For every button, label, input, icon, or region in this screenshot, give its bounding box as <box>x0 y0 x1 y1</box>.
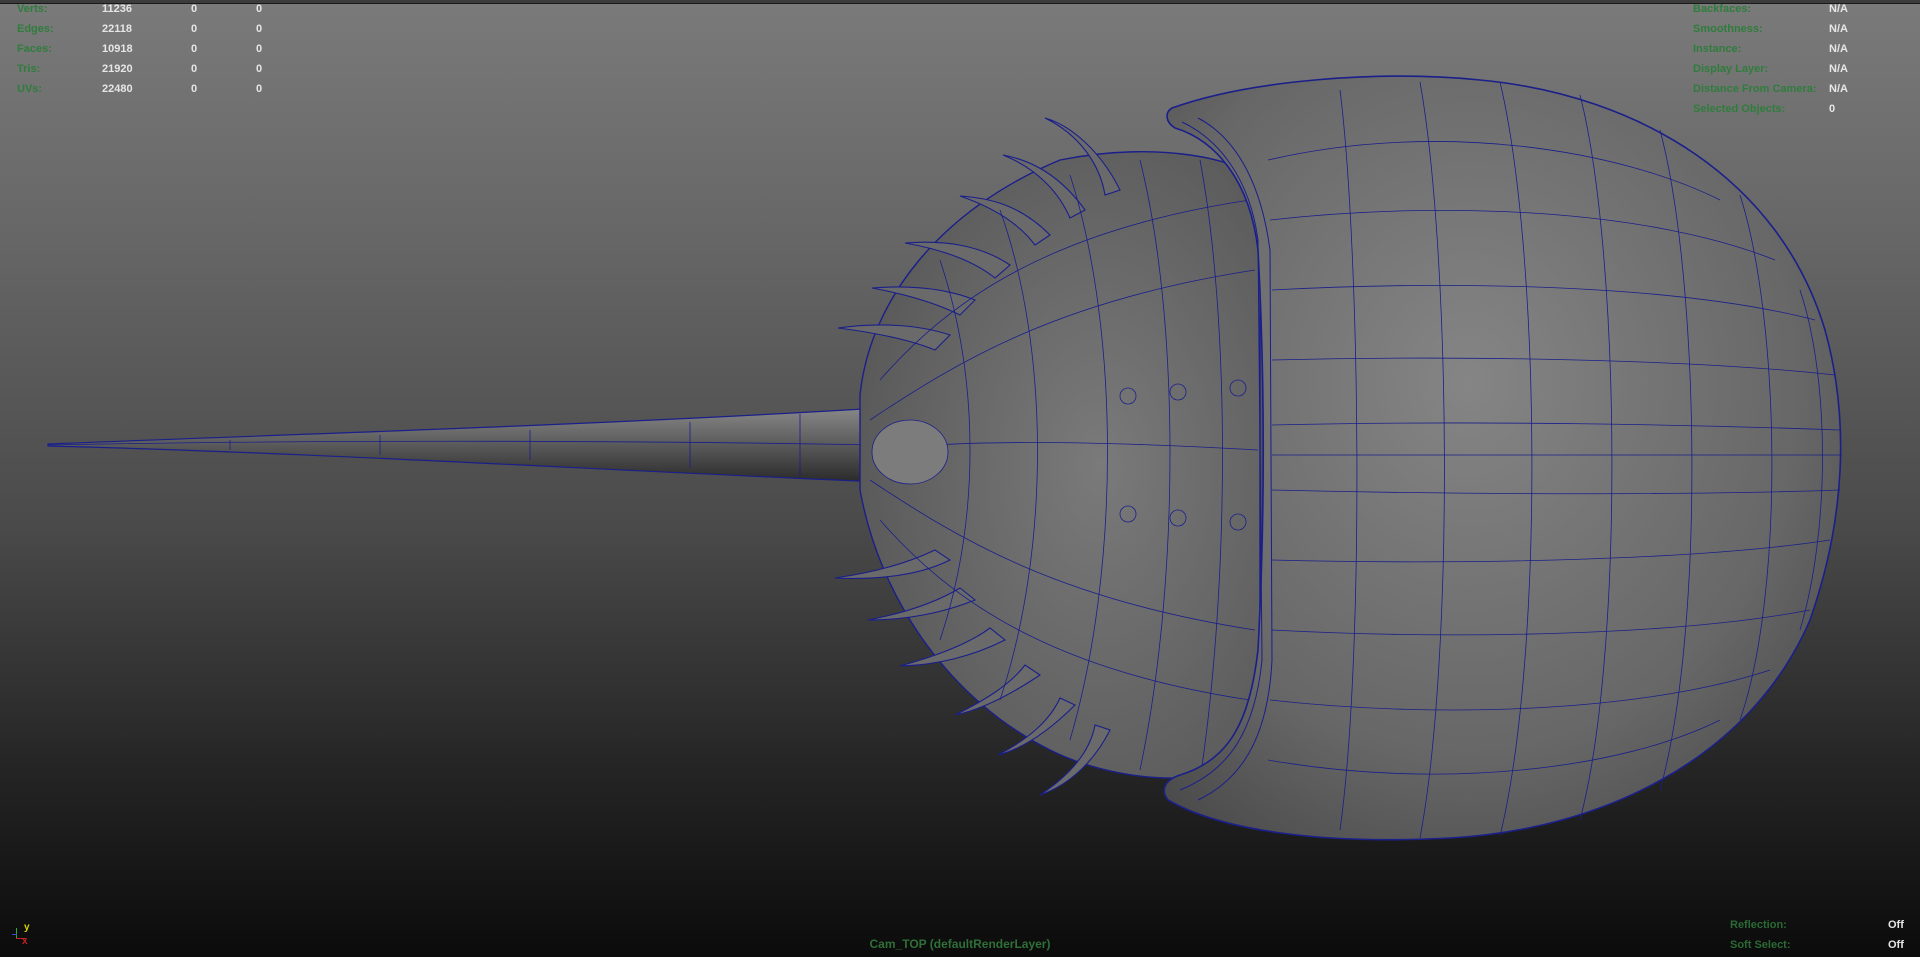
stat-label: Faces: <box>17 43 52 55</box>
info-value: N/A <box>1829 43 1848 55</box>
info-value: N/A <box>1829 63 1848 75</box>
info-value: N/A <box>1829 3 1848 15</box>
info-label: Instance: <box>1693 43 1742 55</box>
maya-viewport[interactable]: Verts: 11236 0 0 Edges: 22118 0 0 Faces:… <box>0 0 1920 957</box>
poly-count-hud: Verts: 11236 0 0 Edges: 22118 0 0 Faces:… <box>17 0 277 99</box>
x-axis-label: x <box>22 936 28 947</box>
info-label: Smoothness: <box>1693 23 1763 35</box>
reflection-value: Off <box>1888 919 1904 931</box>
info-label: Distance From Camera: <box>1693 83 1817 95</box>
stat-value: 10918 <box>102 43 133 55</box>
reflection-label: Reflection: <box>1730 919 1787 931</box>
stat-value: 22118 <box>102 23 132 35</box>
stat-row-uvs: UVs: 22480 0 0 <box>17 79 277 99</box>
stat-value: 0 <box>191 23 198 35</box>
stat-value: 0 <box>191 43 198 55</box>
stat-value: 0 <box>191 3 198 15</box>
stat-label: Edges: <box>17 23 54 35</box>
axis-gizmo-icon: y x <box>6 922 36 952</box>
camera-name-label: Cam_TOP (defaultRenderLayer) <box>869 937 1051 951</box>
info-value: N/A <box>1829 83 1848 95</box>
stat-value: 21920 <box>102 63 133 75</box>
info-row-smoothness: Smoothness: N/A <box>1693 19 1913 39</box>
stat-value: 0 <box>256 43 263 55</box>
info-row-instance: Instance: N/A <box>1693 39 1913 59</box>
stat-label: UVs: <box>17 83 43 95</box>
stat-label: Tris: <box>17 63 41 75</box>
stat-value: 0 <box>256 23 263 35</box>
stat-value: 11236 <box>102 3 132 15</box>
stat-value: 0 <box>256 63 263 75</box>
stat-row-faces: Faces: 10918 0 0 <box>17 39 277 59</box>
info-row-selected: Selected Objects: 0 <box>1693 99 1913 119</box>
tail-spine <box>47 407 900 483</box>
info-label: Selected Objects: <box>1693 103 1786 115</box>
info-row-backfaces: Backfaces: N/A <box>1693 0 1913 19</box>
info-label: Backfaces: <box>1693 3 1752 15</box>
info-label: Display Layer: <box>1693 63 1769 75</box>
carapace <box>1163 75 1842 841</box>
object-info-hud: Backfaces: N/A Smoothness: N/A Instance:… <box>1693 0 1913 119</box>
stat-row-tris: Tris: 21920 0 0 <box>17 59 277 79</box>
stat-row-verts: Verts: 11236 0 0 <box>17 0 277 19</box>
info-row-distance: Distance From Camera: N/A <box>1693 79 1913 99</box>
stat-value: 22480 <box>102 83 133 95</box>
stat-row-edges: Edges: 22118 0 0 <box>17 19 277 39</box>
horseshoe-crab-mesh[interactable] <box>0 0 1920 957</box>
info-value: 0 <box>1829 103 1836 115</box>
info-row-display-layer: Display Layer: N/A <box>1693 59 1913 79</box>
stat-value: 0 <box>191 83 198 95</box>
stat-value: 0 <box>256 3 263 15</box>
stat-label: Verts: <box>17 3 48 15</box>
y-axis-line <box>16 928 17 938</box>
y-axis-label: y <box>24 922 30 933</box>
stat-value: 0 <box>191 63 198 75</box>
z-axis-line <box>12 934 17 935</box>
info-value: N/A <box>1829 23 1848 35</box>
stat-value: 0 <box>256 83 263 95</box>
reflection-row: Reflection: Off <box>1730 915 1910 935</box>
